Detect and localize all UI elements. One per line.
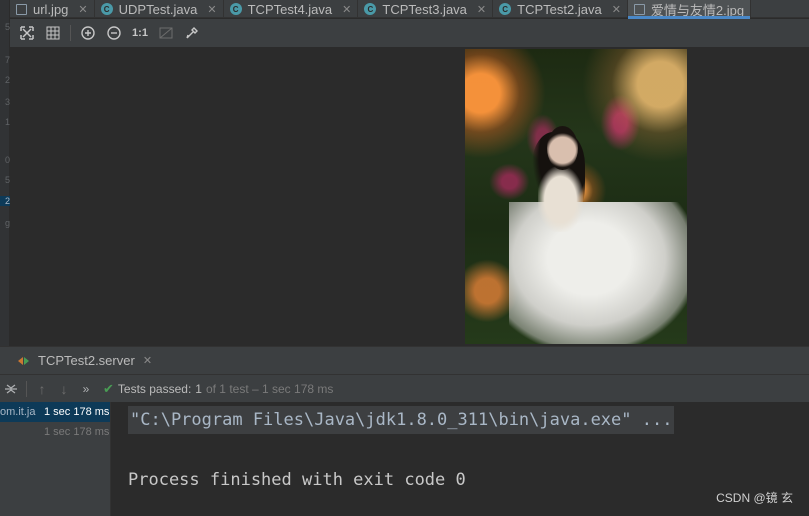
gutter-digit: 1 [4, 117, 10, 127]
close-icon[interactable]: ✕ [143, 354, 152, 367]
test-duration: 1 sec 178 ms [44, 426, 110, 438]
tab-label: UDPTest.java [118, 1, 198, 17]
gutter-digit: 2 [4, 75, 10, 85]
check-icon: ✔ [103, 380, 114, 396]
java-class-icon: C [229, 3, 242, 15]
close-icon[interactable]: ✕ [477, 3, 486, 16]
watermark: CSDN @镜 玄 [716, 491, 793, 505]
image-viewer-canvas [10, 47, 809, 346]
actual-size-label: 1:1 [132, 27, 148, 39]
color-picker-icon[interactable] [179, 22, 205, 44]
java-class-icon: C [499, 3, 512, 15]
close-icon[interactable]: ✕ [78, 3, 87, 16]
gutter-digit: 2 [0, 196, 10, 206]
test-name: om.it.ja [0, 406, 36, 418]
image-file-icon [16, 3, 27, 15]
run-config-icon [18, 356, 32, 366]
console-output[interactable]: "C:\Program Files\Java\jdk1.8.0_311\bin\… [112, 402, 809, 516]
java-class-icon: C [100, 3, 113, 15]
gutter-digit: 5 [4, 22, 10, 32]
tab-url-jpg[interactable]: url.jpg ✕ [10, 0, 95, 18]
tests-passed-label: Tests passed: [117, 381, 192, 396]
editor-gutter: 5 7 2 3 1 0 5 2 g [0, 0, 10, 346]
image-viewer-toolbar: 1:1 [10, 19, 809, 47]
tab-tcptest3-java[interactable]: C TCPTest3.java ✕ [358, 0, 494, 18]
tab-label: TCPTest3.java [382, 1, 467, 17]
tab-tcptest2-java[interactable]: C TCPTest2.java ✕ [493, 0, 628, 18]
test-results-tree: om.it.ja 1 sec 178 ms 1 sec 178 ms [0, 402, 111, 516]
test-status: ✔ Tests passed: 1 of 1 test – 1 sec 178 … [103, 381, 333, 397]
editor-tab-bar: url.jpg ✕ C UDPTest.java ✕ C TCPTest4.ja… [10, 0, 809, 19]
close-icon[interactable]: ✕ [207, 3, 216, 16]
tests-passed-count: 1 [195, 381, 202, 396]
tab-label: 爱情与友情2.jpg [650, 2, 745, 18]
next-failed-icon[interactable]: ↓ [53, 378, 75, 400]
java-class-icon: C [364, 3, 377, 15]
actual-size-button[interactable]: 1:1 [127, 22, 153, 44]
previous-failed-icon[interactable]: ↑ [31, 378, 53, 400]
run-tool-window-header: TCPTest2.server ✕ [0, 346, 809, 374]
tab-tcptest4-java[interactable]: C TCPTest4.java ✕ [224, 0, 359, 18]
tab-label: TCPTest2.java [517, 1, 602, 17]
tree-row[interactable]: om.it.ja 1 sec 178 ms [0, 402, 110, 422]
photo-head [547, 125, 579, 170]
gutter-digit: 5 [4, 175, 10, 185]
tests-summary: of 1 test – 1 sec 178 ms [205, 381, 334, 396]
displayed-photo [465, 49, 687, 344]
tab-label: url.jpg [33, 1, 69, 17]
background-icon[interactable] [153, 22, 179, 44]
image-file-icon [633, 3, 645, 15]
more-actions-icon[interactable]: » [75, 378, 97, 400]
collapse-all-icon[interactable] [0, 378, 22, 400]
run-tab[interactable]: TCPTest2.server ✕ [18, 353, 152, 368]
photo-dress [509, 202, 687, 344]
close-icon[interactable]: ✕ [612, 3, 621, 16]
photo-torso [538, 167, 583, 232]
gutter-digit: g [4, 218, 10, 228]
fit-screen-icon[interactable] [14, 22, 40, 44]
console-exit-line: Process finished with exit code 0 [128, 470, 466, 490]
zoom-out-icon[interactable] [101, 22, 127, 44]
toolbar-separator [26, 380, 27, 397]
gutter-digit: 3 [4, 97, 10, 107]
gutter-digit: 7 [4, 55, 10, 65]
gutter-digit: 0 [4, 155, 10, 165]
test-duration: 1 sec 178 ms [44, 406, 110, 418]
test-runner-toolbar: ↑ ↓ » ✔ Tests passed: 1 of 1 test – 1 se… [0, 374, 809, 402]
close-icon[interactable]: ✕ [342, 3, 351, 16]
toolbar-separator [70, 25, 71, 41]
run-tab-label: TCPTest2.server [38, 353, 135, 368]
tree-row[interactable]: 1 sec 178 ms [0, 422, 110, 442]
console-command-line[interactable]: "C:\Program Files\Java\jdk1.8.0_311\bin\… [128, 406, 675, 434]
tab-udptest-java[interactable]: C UDPTest.java ✕ [95, 0, 224, 18]
tab-label: TCPTest4.java [247, 1, 333, 17]
grid-icon[interactable] [40, 22, 66, 44]
tab-active-image[interactable]: 爱情与友情2.jpg [627, 0, 752, 19]
zoom-in-icon[interactable] [75, 22, 101, 44]
